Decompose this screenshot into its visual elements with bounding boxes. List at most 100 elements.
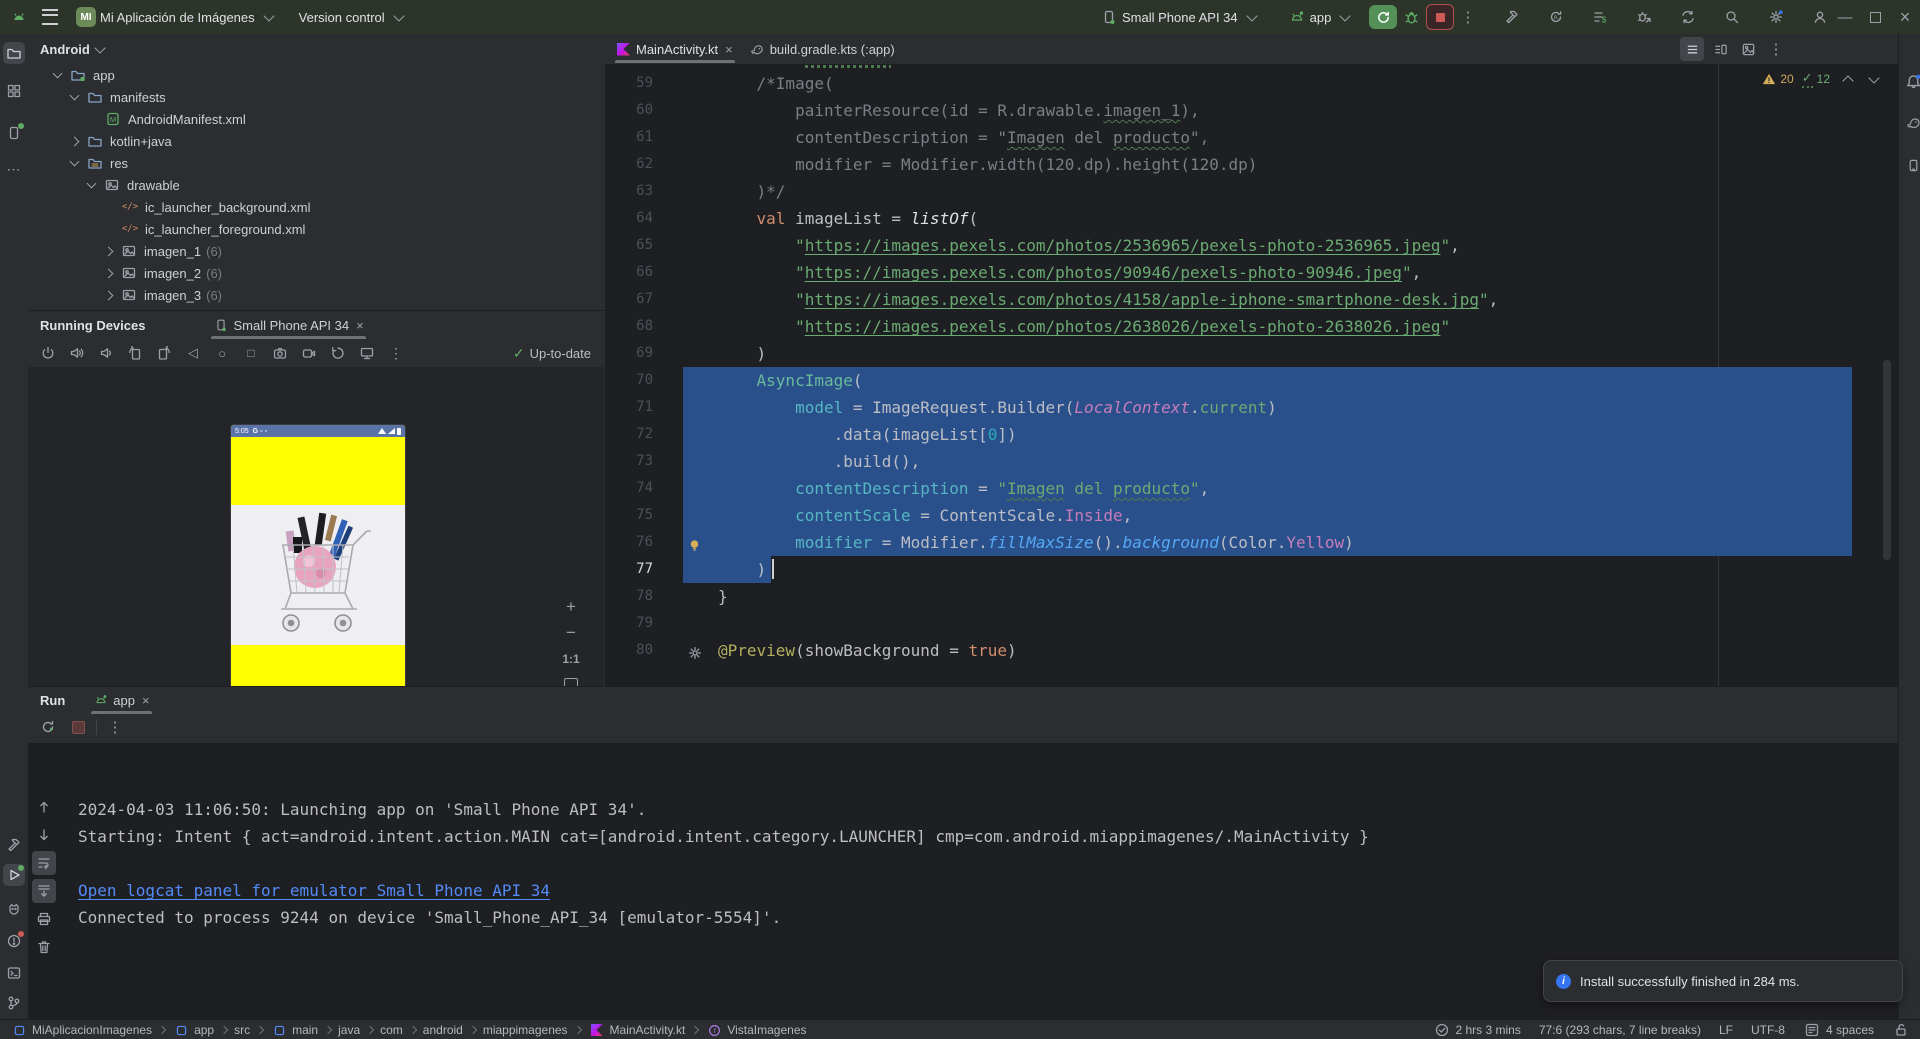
- device-manager-button[interactable]: [1902, 154, 1920, 176]
- status-77-6-293-chars-7-line-breaks-[interactable]: 77:6 (293 chars, 7 line breaks): [1539, 1023, 1701, 1037]
- console-scroll-end-button[interactable]: [32, 879, 56, 903]
- status-utf-8[interactable]: UTF-8: [1751, 1023, 1785, 1037]
- status-4-spaces[interactable]: 4 spaces: [1803, 1021, 1874, 1039]
- emulator-screen-record-button[interactable]: [297, 341, 321, 365]
- code-line-78[interactable]: 78}: [605, 583, 1898, 610]
- emulator-back-button[interactable]: ◁: [181, 341, 205, 365]
- vcs-widget[interactable]: Version control: [299, 10, 385, 25]
- emulator-screenshot-button[interactable]: [268, 341, 292, 365]
- code-line-59[interactable]: 59 /*Image(: [605, 70, 1898, 97]
- rerun-button[interactable]: [1369, 5, 1397, 29]
- chevron-down-icon[interactable]: [70, 91, 80, 101]
- code-line-64[interactable]: 64 val imageList = listOf(: [605, 205, 1898, 232]
- status-2-hrs-3-mins[interactable]: 2 hrs 3 mins: [1433, 1021, 1521, 1039]
- maximize-button[interactable]: [1860, 0, 1890, 34]
- gear-icon[interactable]: [687, 642, 703, 658]
- chevron-down-icon[interactable]: [53, 69, 63, 79]
- code-line-79[interactable]: 79: [605, 610, 1898, 637]
- device-selector[interactable]: Small Phone API 34: [1122, 10, 1238, 25]
- emulator-volume-down-button[interactable]: [94, 341, 118, 365]
- emulator-screen[interactable]: 5:05 G ▫ ▫: [231, 425, 405, 730]
- tab-mainactivity[interactable]: MainActivity.kt ×: [609, 35, 741, 63]
- tool-stripe-build-hammer-button[interactable]: [3, 834, 25, 856]
- code-line-62[interactable]: 62 modifier = Modifier.width(120.dp).hei…: [605, 151, 1898, 178]
- lightbulb-icon[interactable]: [687, 534, 703, 550]
- notifications-button[interactable]: [1902, 70, 1920, 92]
- code-line-67[interactable]: 67 "https://images.pexels.com/photos/415…: [605, 286, 1898, 313]
- chevron-down-icon[interactable]: [87, 179, 97, 189]
- breadcrumb-android[interactable]: android: [423, 1023, 463, 1037]
- split-view-button[interactable]: [1708, 37, 1732, 61]
- zoom-actual-button[interactable]: 1:1: [562, 652, 579, 666]
- tool-stripe-problems-button[interactable]: [3, 930, 25, 952]
- console-soft-wrap-button[interactable]: [32, 851, 56, 875]
- close-icon[interactable]: ×: [725, 42, 733, 57]
- sync-share-button[interactable]: [1673, 4, 1703, 30]
- project-selector[interactable]: Mi Aplicación de Imágenes: [100, 10, 255, 25]
- tree-item-res[interactable]: res: [28, 152, 605, 174]
- tool-stripe-project-folder-button[interactable]: [3, 42, 25, 64]
- design-view-button[interactable]: [1736, 37, 1760, 61]
- stop-button[interactable]: [1426, 4, 1454, 30]
- code-view-button[interactable]: [1680, 37, 1704, 61]
- emulator-power-button[interactable]: [36, 341, 60, 365]
- device-tab[interactable]: Small Phone API 34 ×: [205, 311, 371, 339]
- code-line-65[interactable]: 65 "https://images.pexels.com/photos/253…: [605, 232, 1898, 259]
- code-line-70[interactable]: 70 AsyncImage(: [605, 367, 1898, 394]
- status-lf[interactable]: LF: [1719, 1023, 1733, 1037]
- run-config-selector[interactable]: app: [1310, 10, 1332, 25]
- zoom-in-button[interactable]: +: [566, 600, 576, 614]
- emulator-home-button[interactable]: ○: [210, 341, 234, 365]
- breadcrumb-miappimagenes[interactable]: miappimagenes: [483, 1023, 568, 1037]
- code-line-73[interactable]: 73 .build(),: [605, 448, 1898, 475]
- tree-item-ic_launcher_background.xml[interactable]: </>ic_launcher_background.xml: [28, 196, 605, 218]
- sync-a-button[interactable]: A: [1541, 4, 1571, 30]
- breadcrumb-src[interactable]: src: [234, 1023, 250, 1037]
- code-line-71[interactable]: 71 model = ImageRequest.Builder(LocalCon…: [605, 394, 1898, 421]
- tool-stripe-git-branch-button[interactable]: [3, 992, 25, 1014]
- search-button[interactable]: [1717, 4, 1747, 30]
- more-actions-button[interactable]: ⋮: [1454, 4, 1481, 30]
- code-line-72[interactable]: 72 .data(imageList[0]): [605, 421, 1898, 448]
- emulator-rotate-left-button[interactable]: [123, 341, 147, 365]
- tool-stripe-more-horizontal-button[interactable]: ⋯: [3, 158, 25, 180]
- code-line-63[interactable]: 63 )*/: [605, 178, 1898, 205]
- breadcrumb-com[interactable]: com: [380, 1023, 403, 1037]
- tree-item-imagen_1[interactable]: imagen_1(6): [28, 240, 605, 262]
- tree-item-imagen_3[interactable]: imagen_3(6): [28, 284, 605, 306]
- tool-stripe-run-play-button[interactable]: [3, 864, 25, 886]
- console-arrow-up-button[interactable]: [32, 795, 56, 819]
- services-list-button[interactable]: $: [1585, 4, 1615, 30]
- console-trash-button[interactable]: [32, 935, 56, 959]
- code-line-74[interactable]: 74 contentDescription = "Imagen del prod…: [605, 475, 1898, 502]
- code-line-60[interactable]: 60 painterResource(id = R.drawable.image…: [605, 97, 1898, 124]
- debug-button[interactable]: [1397, 4, 1426, 30]
- code-line-80[interactable]: 80@Preview(showBackground = true): [605, 637, 1898, 664]
- console-link[interactable]: Open logcat panel for emulator Small Pho…: [78, 877, 550, 904]
- emulator-snapshot-button[interactable]: [326, 341, 350, 365]
- breadcrumb-app[interactable]: app: [172, 1021, 214, 1039]
- tree-item-AndroidManifest.xml[interactable]: MAndroidManifest.xml: [28, 108, 605, 130]
- build-hammer-button[interactable]: [1497, 4, 1527, 30]
- chevron-right-icon[interactable]: [104, 268, 114, 278]
- emulator-volume-up-button[interactable]: [65, 341, 89, 365]
- notification-toast[interactable]: i Install successfully finished in 284 m…: [1543, 960, 1903, 1002]
- tab-build-gradle[interactable]: build.gradle.kts (:app): [741, 35, 903, 63]
- chevron-down-icon[interactable]: [70, 157, 80, 167]
- code-line-68[interactable]: 68 "https://images.pexels.com/photos/263…: [605, 313, 1898, 340]
- tool-stripe-logcat-cat-button[interactable]: [3, 898, 25, 920]
- code-line-75[interactable]: 75 contentScale = ContentScale.Inside,: [605, 502, 1898, 529]
- emulator-more-button[interactable]: ⋮: [384, 341, 408, 365]
- minimize-button[interactable]: —: [1830, 0, 1860, 34]
- console-more-button[interactable]: ⋮: [103, 715, 127, 739]
- tree-item-kotlin+java[interactable]: kotlin+java: [28, 130, 605, 152]
- tree-item-manifests[interactable]: manifests: [28, 86, 605, 108]
- code-line-77[interactable]: 77 ): [605, 556, 1898, 583]
- code-editor[interactable]: 20 ✓ 12 59 /*Image(60 painterResource(id…: [605, 64, 1898, 686]
- emulator-overview-button[interactable]: □: [239, 341, 263, 365]
- run-tab-app[interactable]: app ×: [85, 686, 157, 714]
- chevron-right-icon[interactable]: [104, 290, 114, 300]
- breadcrumb-MiAplicacionImagenes[interactable]: MiAplicacionImagenes: [10, 1021, 152, 1039]
- status-unlock[interactable]: [1892, 1021, 1910, 1039]
- project-view-selector[interactable]: Android: [28, 34, 605, 64]
